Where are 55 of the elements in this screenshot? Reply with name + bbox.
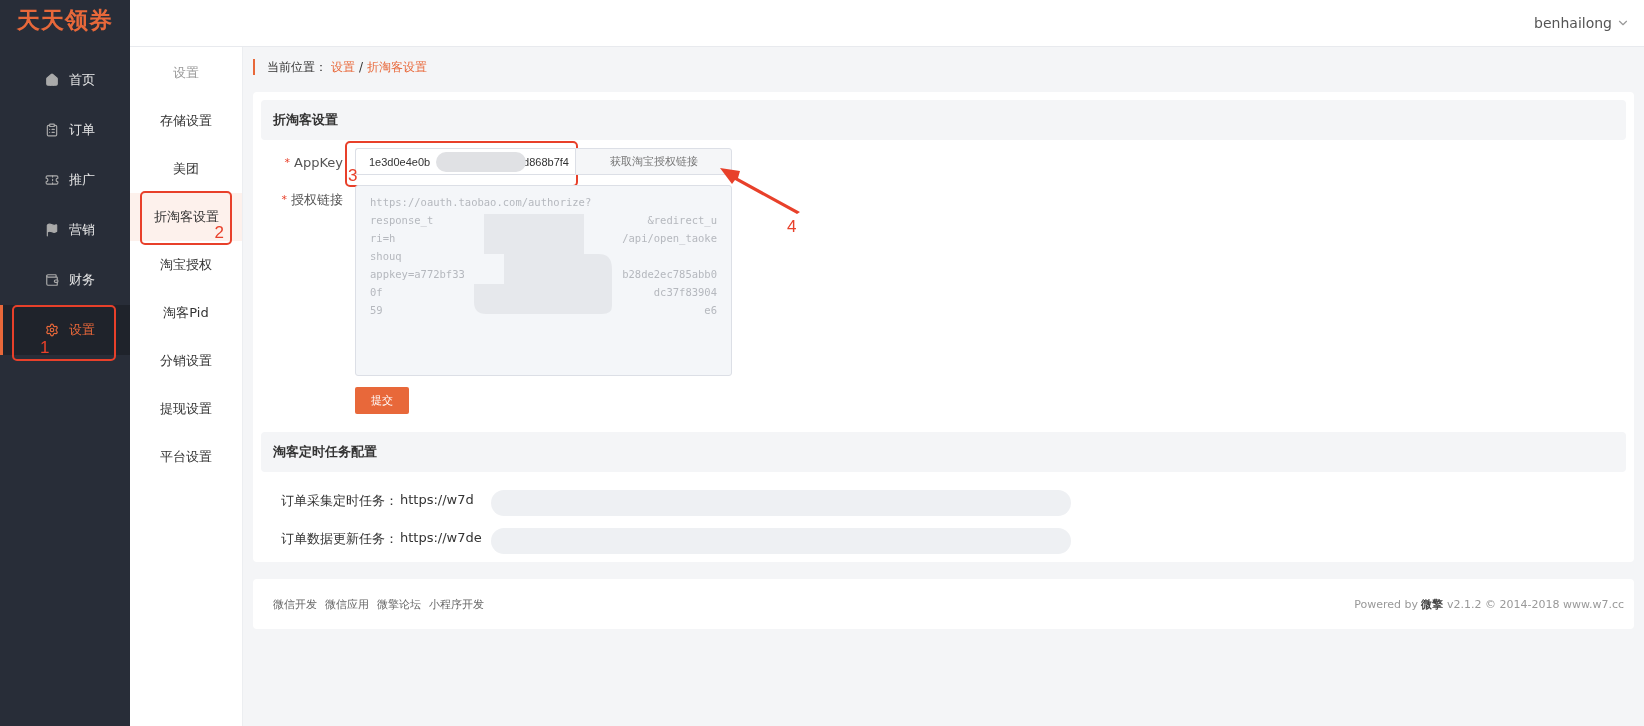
sidebar-item[interactable]: 推广 bbox=[0, 155, 130, 205]
submenu-item[interactable]: 存储设置 bbox=[130, 97, 242, 145]
textarea-line: e6 bbox=[704, 303, 717, 318]
brand-logo: 天天领券 bbox=[16, 6, 114, 35]
submenu-item[interactable]: 淘客Pid bbox=[130, 289, 242, 337]
task-url: https://w7de bbox=[400, 530, 482, 547]
textarea-line: 0f bbox=[370, 285, 383, 300]
submenu-item[interactable]: 美团 bbox=[130, 145, 242, 193]
sidebar-item[interactable]: 首页 bbox=[0, 55, 130, 105]
footer-link[interactable]: 微擎论坛 bbox=[377, 596, 421, 612]
field-label: AppKey bbox=[294, 154, 343, 172]
field-label: 授权链接 bbox=[291, 191, 343, 209]
required-mark: * bbox=[281, 192, 287, 208]
submenu-item[interactable]: 提现设置 bbox=[130, 385, 242, 433]
section-title: 折淘客设置 bbox=[261, 100, 1626, 140]
textarea-line: &redirect_u bbox=[647, 213, 717, 229]
textarea-line: 59 bbox=[370, 303, 383, 318]
callout-number: 4 bbox=[787, 218, 797, 235]
task-label: 订单采集定时任务： bbox=[281, 492, 398, 510]
callout-number: 1 bbox=[40, 339, 50, 356]
textarea-line: response_t bbox=[370, 213, 434, 229]
sidebar-item[interactable]: 订单 bbox=[0, 105, 130, 155]
wallet-icon bbox=[45, 273, 59, 287]
callout-number: 2 bbox=[214, 224, 224, 241]
home-icon bbox=[45, 73, 59, 87]
footer-link[interactable]: 小程序开发 bbox=[429, 596, 484, 612]
breadcrumb-label: 当前位置： bbox=[267, 58, 327, 76]
textarea-line: /api/open_taoke bbox=[622, 231, 717, 247]
textarea-line: appkey=a772bf33 bbox=[370, 267, 465, 282]
textarea-line: shouq bbox=[370, 249, 402, 264]
textarea-line: https://oauth.taobao.com/authorize? bbox=[370, 195, 592, 210]
task-url: https://w7d bbox=[400, 492, 474, 509]
textarea-line: dc37f83904 bbox=[653, 285, 717, 300]
sidebar-item[interactable]: 营销 bbox=[0, 205, 130, 255]
clipboard-icon bbox=[45, 123, 59, 137]
ticket-icon bbox=[45, 173, 59, 187]
breadcrumb-separator: / bbox=[359, 60, 364, 74]
submenu-item[interactable]: 平台设置 bbox=[130, 433, 242, 481]
section-title: 淘客定时任务配置 bbox=[261, 432, 1626, 472]
submenu-item[interactable]: 分销设置 bbox=[130, 337, 242, 385]
copyright-text: Powered by 微擎 v2.1.2 © 2014-2018 www.w7.cc bbox=[1354, 596, 1624, 612]
footer-link[interactable]: 微信开发 bbox=[273, 596, 317, 612]
submenu-item[interactable]: 淘宝授权 bbox=[130, 241, 242, 289]
flag-icon bbox=[45, 223, 59, 237]
settings-icon bbox=[45, 323, 59, 337]
get-link-button[interactable]: 获取淘宝授权链接 bbox=[575, 148, 732, 175]
required-mark: * bbox=[284, 155, 291, 171]
callout-number: 3 bbox=[348, 167, 358, 184]
user-menu[interactable]: benhailong bbox=[1534, 15, 1630, 31]
textarea-line: b28de2ec785abb0 bbox=[622, 267, 717, 282]
sidebar-item[interactable]: 财务 bbox=[0, 255, 130, 305]
submenu-title: 设置 bbox=[172, 64, 200, 82]
task-label: 订单数据更新任务： bbox=[281, 530, 398, 548]
footer-link[interactable]: 微信应用 bbox=[325, 596, 369, 612]
textarea-line: ri=h bbox=[370, 231, 396, 246]
